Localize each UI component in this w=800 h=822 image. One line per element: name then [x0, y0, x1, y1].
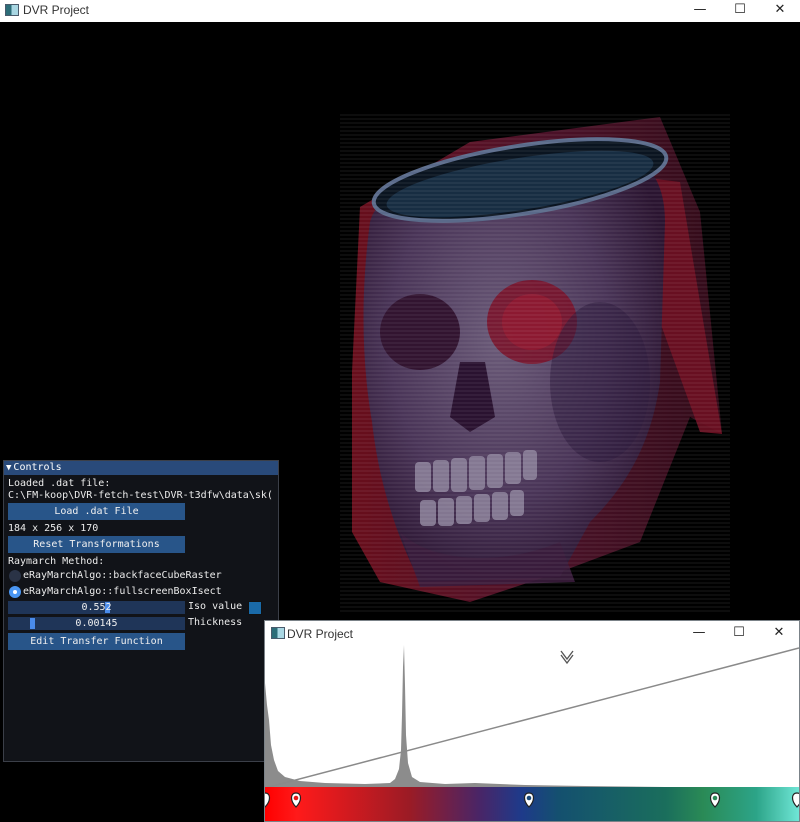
raymarch-method-label: Raymarch Method:	[8, 556, 105, 567]
app-icon	[5, 4, 19, 16]
collapse-triangle-icon[interactable]: ▼	[6, 463, 11, 473]
transfer-function-canvas[interactable]	[265, 645, 799, 789]
tf-title-bar: DVR Project — ☐ ✕	[265, 621, 799, 645]
thickness-value-text: 0.00145	[75, 618, 118, 629]
load-dat-file-button[interactable]: Load .dat File	[8, 503, 185, 520]
method-backface-label: eRayMarchAlgo::backfaceCubeRaster	[23, 570, 222, 581]
iso-color-swatch[interactable]	[248, 601, 262, 615]
edit-transfer-function-button[interactable]: Edit Transfer Function	[8, 633, 185, 650]
close-button[interactable]: ✕	[760, 0, 800, 22]
radio-fullscreen-box-isect[interactable]	[9, 586, 21, 598]
maximize-button[interactable]: ☐	[720, 0, 760, 22]
color-gradient-bar[interactable]	[265, 787, 800, 821]
minimize-button[interactable]: —	[680, 0, 720, 22]
loaded-file-label: Loaded .dat file:	[8, 478, 111, 489]
tf-close-button[interactable]: ✕	[759, 623, 799, 645]
thickness-slider[interactable]: 0.00145	[8, 617, 185, 630]
color-stop-marker-icon[interactable]	[523, 792, 535, 808]
title-bar: DVR Project — ☐ ✕	[0, 0, 800, 22]
loaded-file-path: C:\FM-koop\DVR-fetch-test\DVR-t3dfw\data…	[8, 490, 273, 501]
thickness-slider-grab[interactable]	[30, 618, 35, 629]
transfer-function-window: DVR Project — ☐ ✕	[264, 620, 800, 822]
iso-value-label: Iso value	[188, 601, 243, 612]
tf-window-title: DVR Project	[287, 627, 354, 641]
color-stop-marker-icon[interactable]	[290, 792, 302, 808]
window-title: DVR Project	[23, 3, 90, 17]
color-stop-marker-icon[interactable]	[265, 792, 271, 808]
radio-backface-cube-raster[interactable]	[9, 570, 21, 582]
color-stop-marker-icon[interactable]	[709, 792, 721, 808]
controls-header[interactable]: ▼ Controls	[4, 461, 278, 475]
controls-title: Controls	[13, 462, 62, 473]
volume-dimensions: 184 x 256 x 170	[8, 523, 99, 534]
reset-transformations-button[interactable]: Reset Transformations	[8, 536, 185, 553]
opacity-line[interactable]	[265, 647, 799, 789]
tf-maximize-button[interactable]: ☐	[719, 623, 759, 645]
method-fullscreen-label: eRayMarchAlgo::fullscreenBoxIsect	[23, 586, 222, 597]
color-stop-marker-icon[interactable]	[791, 792, 800, 808]
tf-minimize-button[interactable]: —	[679, 623, 719, 645]
controls-panel: ▼ Controls Loaded .dat file: C:\FM-koop\D…	[3, 460, 279, 762]
iso-value-text: 0.552	[81, 602, 112, 613]
chevron-down-icon[interactable]	[560, 650, 574, 665]
tf-app-icon	[271, 627, 285, 639]
iso-value-slider[interactable]: 0.552	[8, 601, 185, 614]
thickness-label: Thickness	[188, 617, 243, 628]
